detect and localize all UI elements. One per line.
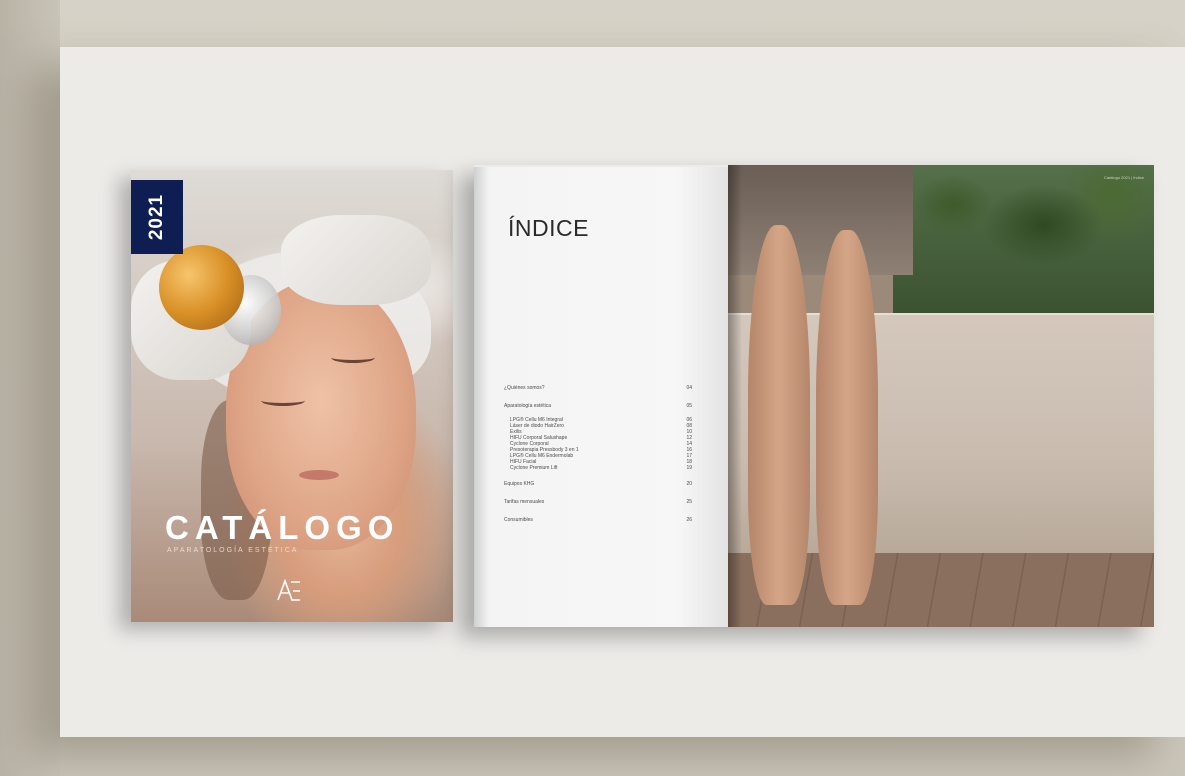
- photo-foliage: [893, 165, 1154, 315]
- toc-entry-label: ¿Quiénes somos?: [504, 385, 545, 391]
- cover-title: CATÁLOGO: [165, 509, 400, 546]
- toc-entry-label: Cyclone Premium Lift: [510, 465, 558, 471]
- toc-entry-label: Tarifas mensuales: [504, 499, 545, 505]
- cover-gold-orb: [159, 245, 244, 330]
- cover-eye-left: [261, 395, 305, 406]
- open-catalog: ÍNDICE ¿Quiénes somos? 04 Aparatología est…: [474, 165, 1154, 627]
- photo-leg-left: [748, 225, 810, 605]
- catalog-cover: 2021 CATÁLOGO APARATOLOGÍA ESTÉTICA: [131, 170, 453, 622]
- toc-entry: Aparatología estética 05: [504, 403, 692, 411]
- photo-page-fold: [728, 165, 742, 627]
- toc-entry: Consumibles 26: [504, 517, 692, 525]
- toc-entry-label: Equipos KHG: [504, 481, 535, 487]
- toc-entry-page: 26: [686, 517, 692, 523]
- photo-leg-right: [816, 230, 878, 605]
- cover-lips: [299, 470, 339, 480]
- toc-entry-label: Aparatología estética: [504, 403, 551, 409]
- photo-jacket: [728, 165, 913, 275]
- cover-eye-right: [331, 352, 375, 363]
- toc-entry: Equipos KHG 20: [504, 481, 692, 489]
- toc-entry-label: Consumibles: [504, 517, 533, 523]
- board-shadow-edge: [0, 0, 60, 776]
- brand-logo-icon: [277, 578, 300, 601]
- photo-page-header: Catálogo 2021 | Índice: [1104, 175, 1144, 180]
- cover-year: 2021: [146, 193, 167, 241]
- photo-page: Catálogo 2021 | Índice: [728, 165, 1154, 627]
- toc-entry-page: 25: [686, 499, 692, 505]
- toc-entry-page: 20: [686, 481, 692, 487]
- toc-entry: Tarifas mensuales 25: [504, 499, 692, 507]
- index-title: ÍNDICE: [508, 215, 589, 241]
- cover-glove-right: [281, 215, 431, 305]
- cover-year-tab: 2021: [131, 180, 183, 254]
- index-page: ÍNDICE ¿Quiénes somos? 04 Aparatología est…: [474, 167, 728, 627]
- toc-entry-page: 05: [686, 403, 692, 409]
- toc-entry: Cyclone Premium Lift 19: [504, 465, 692, 473]
- toc-entry-page: 04: [686, 385, 692, 391]
- toc-entry-page: 19: [686, 465, 692, 471]
- toc-entry: ¿Quiénes somos? 04: [504, 385, 692, 393]
- cover-subtitle: APARATOLOGÍA ESTÉTICA: [167, 547, 299, 554]
